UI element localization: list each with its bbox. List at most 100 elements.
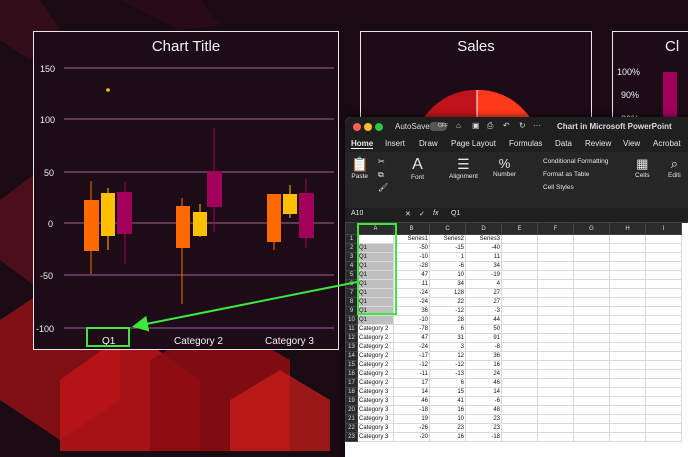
table-row[interactable]: 21 Category 3 19 10 23 [345, 414, 682, 424]
table-cell[interactable] [537, 351, 574, 361]
table-cell[interactable]: 50 [465, 324, 502, 334]
save-icon[interactable]: ▣ [472, 121, 480, 130]
row-header[interactable]: 8 [345, 297, 358, 307]
table-cell[interactable] [609, 405, 646, 415]
table-cell[interactable] [537, 261, 574, 271]
table-row[interactable]: 12 Category 2 47 31 91 [345, 333, 682, 343]
chart-slide-partial[interactable]: Cl 100% 90% 80% [612, 31, 688, 131]
table-cell[interactable] [573, 360, 610, 370]
table-cell[interactable]: -24 [393, 342, 430, 352]
table-cell[interactable] [537, 423, 574, 433]
table-cell[interactable]: -24 [393, 288, 430, 298]
row-header[interactable]: 7 [345, 288, 358, 298]
table-cell[interactable] [501, 351, 538, 361]
conditional-formatting-button[interactable]: Conditional Formatting [543, 158, 608, 165]
table-cell[interactable] [609, 351, 646, 361]
table-cell[interactable] [609, 279, 646, 289]
table-cell[interactable] [609, 234, 646, 244]
table-cell[interactable] [501, 432, 538, 442]
table-cell[interactable]: 14 [393, 387, 430, 397]
table-cell[interactable] [573, 279, 610, 289]
table-cell[interactable]: -40 [465, 243, 502, 253]
table-cell[interactable] [537, 405, 574, 415]
table-cell[interactable] [537, 252, 574, 262]
table-cell[interactable]: Q1 [357, 315, 394, 325]
table-cell[interactable]: 36 [393, 306, 430, 316]
table-cell[interactable]: 11 [465, 252, 502, 262]
table-cell[interactable]: 6 [429, 324, 466, 334]
table-cell[interactable]: -6 [465, 396, 502, 406]
table-cell[interactable] [609, 252, 646, 262]
table-cell[interactable] [645, 279, 682, 289]
table-cell[interactable] [537, 432, 574, 442]
table-cell[interactable]: 12 [429, 351, 466, 361]
redo-icon[interactable]: ↻ [519, 121, 526, 130]
table-cell[interactable] [537, 414, 574, 424]
table-cell[interactable]: -10 [393, 315, 430, 325]
tab-home[interactable]: Home [351, 139, 374, 149]
row-header[interactable]: 18 [345, 387, 358, 397]
row-header[interactable]: 1 [345, 234, 358, 244]
table-cell[interactable] [645, 252, 682, 262]
column-header[interactable]: C [429, 222, 466, 235]
table-cell[interactable]: Series1 [393, 234, 430, 244]
table-cell[interactable]: 16 [429, 432, 466, 442]
table-cell[interactable] [573, 270, 610, 280]
editing-group[interactable]: ⌕ Editi [668, 156, 681, 179]
row-header[interactable]: 11 [345, 324, 358, 334]
table-cell[interactable] [609, 297, 646, 307]
tab-page-layout[interactable]: Page Layout [451, 139, 496, 148]
row-header[interactable]: 2 [345, 243, 358, 253]
table-row[interactable]: 13 Category 2 -24 3 -8 [345, 342, 682, 352]
table-cell[interactable] [645, 234, 682, 244]
table-row[interactable]: 16 Category 2 -11 -13 24 [345, 369, 682, 379]
table-cell[interactable] [501, 261, 538, 271]
table-cell[interactable]: Category 3 [357, 423, 394, 433]
fx-icon[interactable]: fx [433, 210, 438, 217]
table-cell[interactable] [573, 432, 610, 442]
table-cell[interactable]: 46 [465, 378, 502, 388]
table-cell[interactable] [573, 378, 610, 388]
box-whisker-chart[interactable]: 150 100 50 0 -50 -100 Q1 Category 2 Cate… [34, 32, 337, 348]
row-header[interactable]: 14 [345, 351, 358, 361]
table-cell[interactable] [501, 360, 538, 370]
row-header[interactable]: 17 [345, 378, 358, 388]
partial-chart-title[interactable]: Cl [665, 38, 688, 55]
table-cell[interactable] [537, 360, 574, 370]
table-cell[interactable] [645, 360, 682, 370]
table-cell[interactable]: 10 [429, 414, 466, 424]
table-cell[interactable]: 10 [429, 270, 466, 280]
font-group[interactable]: A Font [411, 156, 424, 181]
table-cell[interactable] [537, 369, 574, 379]
table-cell[interactable] [537, 279, 574, 289]
row-header[interactable]: 6 [345, 279, 358, 289]
row-header[interactable]: 19 [345, 396, 358, 406]
table-cell[interactable] [573, 306, 610, 316]
table-cell[interactable]: 48 [465, 405, 502, 415]
table-cell[interactable] [573, 261, 610, 271]
table-cell[interactable]: 27 [465, 297, 502, 307]
tab-data[interactable]: Data [555, 139, 572, 148]
table-cell[interactable] [537, 324, 574, 334]
table-cell[interactable] [645, 387, 682, 397]
table-cell[interactable]: -6 [429, 261, 466, 271]
font-icon[interactable]: A [411, 156, 424, 174]
table-cell[interactable] [573, 288, 610, 298]
table-row[interactable]: 22 Category 3 -26 23 23 [345, 423, 682, 433]
table-cell[interactable]: -50 [393, 243, 430, 253]
table-cell[interactable]: Category 2 [357, 351, 394, 361]
table-cell[interactable] [609, 414, 646, 424]
table-cell[interactable]: -15 [429, 243, 466, 253]
table-cell[interactable] [501, 252, 538, 262]
table-cell[interactable] [501, 234, 538, 244]
table-cell[interactable] [573, 333, 610, 343]
table-cell[interactable] [645, 369, 682, 379]
format-painter-icon[interactable]: 🖌 [378, 183, 388, 192]
row-header[interactable]: 16 [345, 369, 358, 379]
table-cell[interactable] [645, 315, 682, 325]
table-cell[interactable] [645, 324, 682, 334]
table-cell[interactable] [609, 261, 646, 271]
table-cell[interactable] [573, 243, 610, 253]
table-cell[interactable] [573, 234, 610, 244]
tab-draw[interactable]: Draw [419, 139, 438, 148]
